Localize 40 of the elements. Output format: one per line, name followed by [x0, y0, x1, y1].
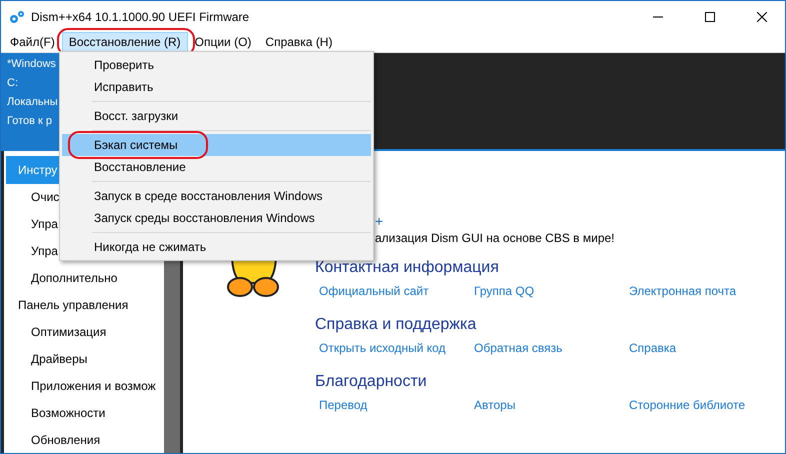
gears-icon — [9, 10, 25, 24]
menu-option[interactable]: Никогда не сжимать — [62, 236, 371, 258]
link[interactable]: Перевод — [319, 398, 474, 412]
link[interactable]: Справка — [629, 341, 749, 355]
link[interactable]: Обратная связь — [474, 341, 629, 355]
window-title: Dism++x64 10.1.1000.90 UEFI Firmware — [31, 10, 250, 24]
link[interactable]: Официальный сайт — [319, 284, 474, 298]
link[interactable]: Сторонние библиоте — [629, 398, 749, 412]
tagline: ализация Dism GUI на основе CBS в мире! — [375, 230, 616, 247]
sidebar-item[interactable]: Драйверы — [6, 346, 164, 372]
link[interactable]: Открыть исходный код — [319, 341, 474, 355]
session-info-text: *Windows — [7, 57, 56, 72]
sidebar-item[interactable]: Приложения и возмож — [6, 372, 164, 400]
menu-option[interactable]: Запуск среды восстановления Windows — [62, 207, 371, 229]
app-title: + — [375, 213, 384, 229]
close-icon — [757, 12, 767, 22]
link[interactable]: Электронная почта — [629, 284, 749, 298]
menu-item[interactable]: Файл(F) — [3, 32, 62, 52]
menu-option[interactable]: Восст. загрузки — [62, 105, 371, 127]
sidebar-item[interactable]: Оптимизация — [6, 318, 164, 346]
menu-option[interactable]: Запуск в среде восстановления Windows — [62, 185, 371, 207]
session-info-text: Готов к р — [7, 114, 52, 129]
session-info-text: Локальны — [7, 95, 58, 110]
menu-option[interactable]: Бэкап системы — [62, 134, 371, 156]
session-info-text: C: — [7, 76, 18, 91]
menu-option[interactable]: Проверить — [62, 54, 371, 76]
sidebar-item[interactable]: Дополнительно — [6, 264, 164, 292]
section-heading: Контактная информация — [315, 259, 499, 276]
menu-option[interactable]: Исправить — [62, 76, 371, 98]
sidebar-group[interactable]: Панель управления — [6, 291, 164, 319]
menu-option[interactable]: Восстановление — [62, 156, 371, 178]
link[interactable]: Авторы — [474, 398, 629, 412]
maximize-icon — [705, 12, 715, 22]
link[interactable]: Группа QQ — [474, 284, 629, 298]
section-heading: Благодарности — [315, 373, 427, 390]
sidebar-item[interactable]: Возможности — [6, 399, 164, 426]
menu-item[interactable]: Опции (O) — [188, 32, 258, 52]
menu-item[interactable]: Справка (H) — [258, 32, 340, 52]
sidebar-item[interactable]: Обновления — [6, 426, 164, 453]
section-heading: Справка и поддержка — [315, 316, 476, 333]
